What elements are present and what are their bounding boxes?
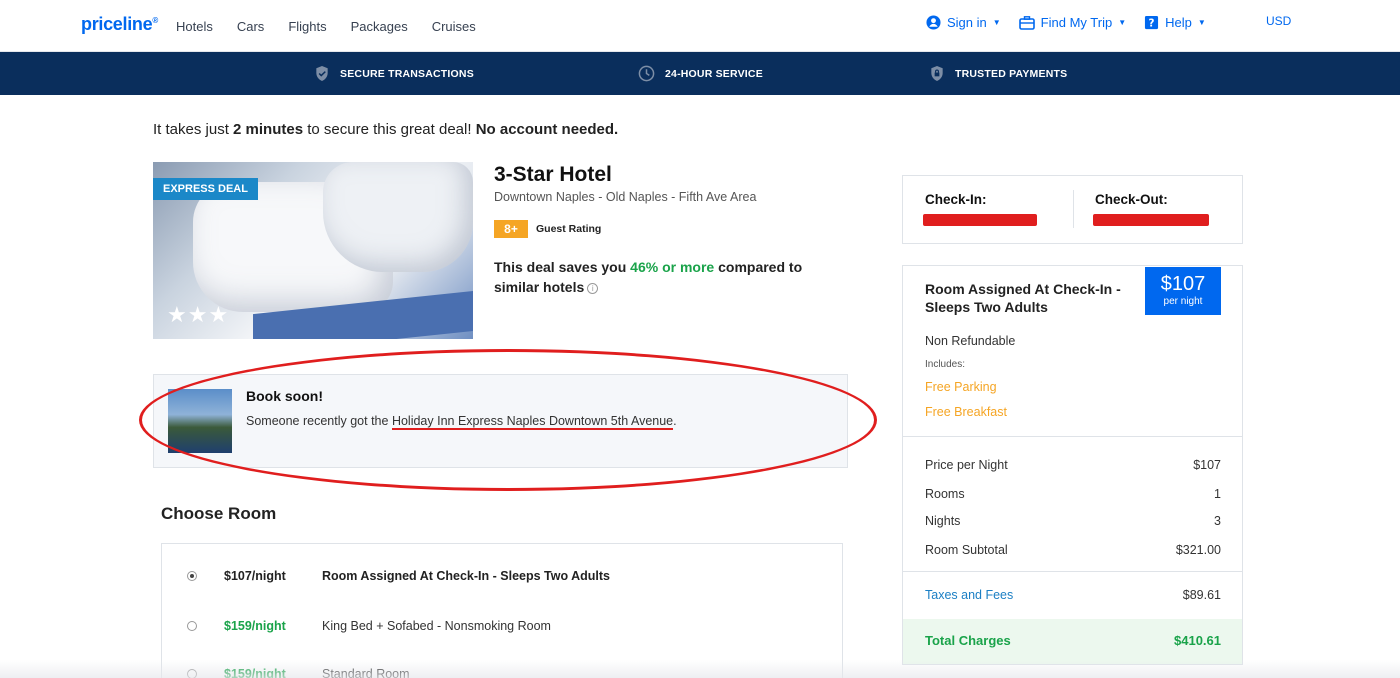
currency-selector[interactable]: USD xyxy=(1266,14,1291,28)
room-option[interactable]: $159/night King Bed + Sofabed - Nonsmoki… xyxy=(162,616,842,636)
main-nav-links: Hotels Cars Flights Packages Cruises xyxy=(176,19,500,34)
suitcase-icon xyxy=(1018,15,1035,30)
nav-link-hotels[interactable]: Hotels xyxy=(176,19,213,34)
room-name: Standard Room xyxy=(322,667,410,678)
redaction-mark xyxy=(923,214,1037,226)
rating-label: Guest Rating xyxy=(536,223,602,235)
express-deal-badge: EXPRESS DEAL xyxy=(153,178,258,200)
nav-link-packages[interactable]: Packages xyxy=(351,19,408,34)
nightly-price-badge: $107 per night xyxy=(1145,267,1221,315)
room-price: $159/night xyxy=(224,619,286,633)
price-summary-panel: Room Assigned At Check-In - Sleeps Two A… xyxy=(902,265,1243,665)
perk-free-breakfast: Free Breakfast xyxy=(925,405,1007,419)
book-soon-notice: Book soon! Someone recently got the Holi… xyxy=(153,374,848,468)
summary-line: Room Subtotal $321.00 xyxy=(925,543,1221,557)
room-price: $107/night xyxy=(224,569,286,583)
svg-text:?: ? xyxy=(1149,17,1155,29)
room-price: $159/night xyxy=(224,667,286,678)
nav-link-cruises[interactable]: Cruises xyxy=(432,19,476,34)
trust-bar: SECURE TRANSACTIONS 24-HOUR SERVICE TRUS… xyxy=(0,52,1400,95)
guest-rating: 8+ Guest Rating xyxy=(494,220,601,238)
room-option[interactable]: $159/night Standard Room xyxy=(162,664,842,678)
summary-line: Nights 3 xyxy=(925,514,1221,528)
sign-in-label: Sign in xyxy=(947,15,987,30)
room-radio[interactable] xyxy=(187,571,197,581)
room-name: Room Assigned At Check-In - Sleeps Two A… xyxy=(322,569,610,583)
info-icon[interactable]: i xyxy=(587,283,599,294)
room-options-list: $107/night Room Assigned At Check-In - S… xyxy=(161,543,843,678)
redaction-mark xyxy=(1093,214,1209,226)
clock-icon xyxy=(638,65,655,82)
user-icon xyxy=(926,15,941,30)
hotel-photo: EXPRESS DEAL ★★★ xyxy=(153,162,473,339)
trust-item-secure: SECURE TRANSACTIONS xyxy=(314,65,474,82)
summary-line: Rooms 1 xyxy=(925,487,1221,501)
chevron-down-icon: ▼ xyxy=(1118,18,1127,27)
choose-room-heading: Choose Room xyxy=(161,504,277,523)
help-label: Help xyxy=(1165,15,1192,30)
deal-savings-text: This deal saves you 46% or more compared… xyxy=(494,259,803,295)
check-in-out-panel: Check-In: Check-Out: xyxy=(902,175,1243,244)
find-my-trip-label: Find My Trip xyxy=(1040,15,1113,30)
sign-in-menu[interactable]: Sign in ▼ xyxy=(926,15,1001,30)
top-navigation: priceline® Hotels Cars Flights Packages … xyxy=(0,0,1400,52)
help-menu[interactable]: ? Help ▼ xyxy=(1144,15,1206,30)
help-icon: ? xyxy=(1145,15,1159,29)
account-nav: Sign in ▼ Find My Trip ▼ ? Help ▼ xyxy=(926,15,1224,30)
intro-message: It takes just 2 minutes to secure this g… xyxy=(153,121,619,138)
nav-link-cars[interactable]: Cars xyxy=(237,19,264,34)
room-name: King Bed + Sofabed - Nonsmoking Room xyxy=(322,619,551,633)
summary-room-title: Room Assigned At Check-In - Sleeps Two A… xyxy=(925,281,1121,315)
room-option[interactable]: $107/night Room Assigned At Check-In - S… xyxy=(162,566,842,586)
shield-check-icon xyxy=(316,65,328,82)
check-in-label: Check-In: xyxy=(925,192,987,207)
room-radio[interactable] xyxy=(187,621,197,631)
rating-badge: 8+ xyxy=(494,220,528,238)
book-soon-text: Someone recently got the Holiday Inn Exp… xyxy=(246,414,677,430)
includes-label: Includes: xyxy=(925,359,966,370)
star-rating-icon: ★★★ xyxy=(167,302,230,327)
hotel-title: 3-Star Hotel xyxy=(494,163,612,186)
hotel-location: Downtown Naples - Old Naples - Fifth Ave… xyxy=(494,190,757,204)
summary-line: Price per Night $107 xyxy=(925,458,1221,472)
priceline-logo[interactable]: priceline® xyxy=(81,14,158,35)
trust-item-service: 24-HOUR SERVICE xyxy=(638,65,763,82)
check-out-label: Check-Out: xyxy=(1095,192,1168,207)
find-my-trip-menu[interactable]: Find My Trip ▼ xyxy=(1018,15,1127,30)
revealed-hotel-name: Holiday Inn Express Naples Downtown 5th … xyxy=(391,414,674,430)
room-radio[interactable] xyxy=(187,669,197,678)
taxes-fees-row: Taxes and Fees $89.61 xyxy=(925,588,1221,602)
nav-link-flights[interactable]: Flights xyxy=(288,19,326,34)
hotel-thumbnail xyxy=(168,389,232,453)
refund-policy: Non Refundable xyxy=(925,334,1016,348)
chevron-down-icon: ▼ xyxy=(1197,18,1206,27)
trust-item-payments: TRUSTED PAYMENTS xyxy=(929,65,1067,82)
taxes-fees-link[interactable]: Taxes and Fees xyxy=(925,588,1013,602)
total-charges-row: Total Charges $410.61 xyxy=(903,619,1242,664)
shield-lock-icon xyxy=(931,65,943,82)
chevron-down-icon: ▼ xyxy=(992,18,1001,27)
book-soon-title: Book soon! xyxy=(246,388,323,404)
perk-free-parking: Free Parking xyxy=(925,380,997,394)
